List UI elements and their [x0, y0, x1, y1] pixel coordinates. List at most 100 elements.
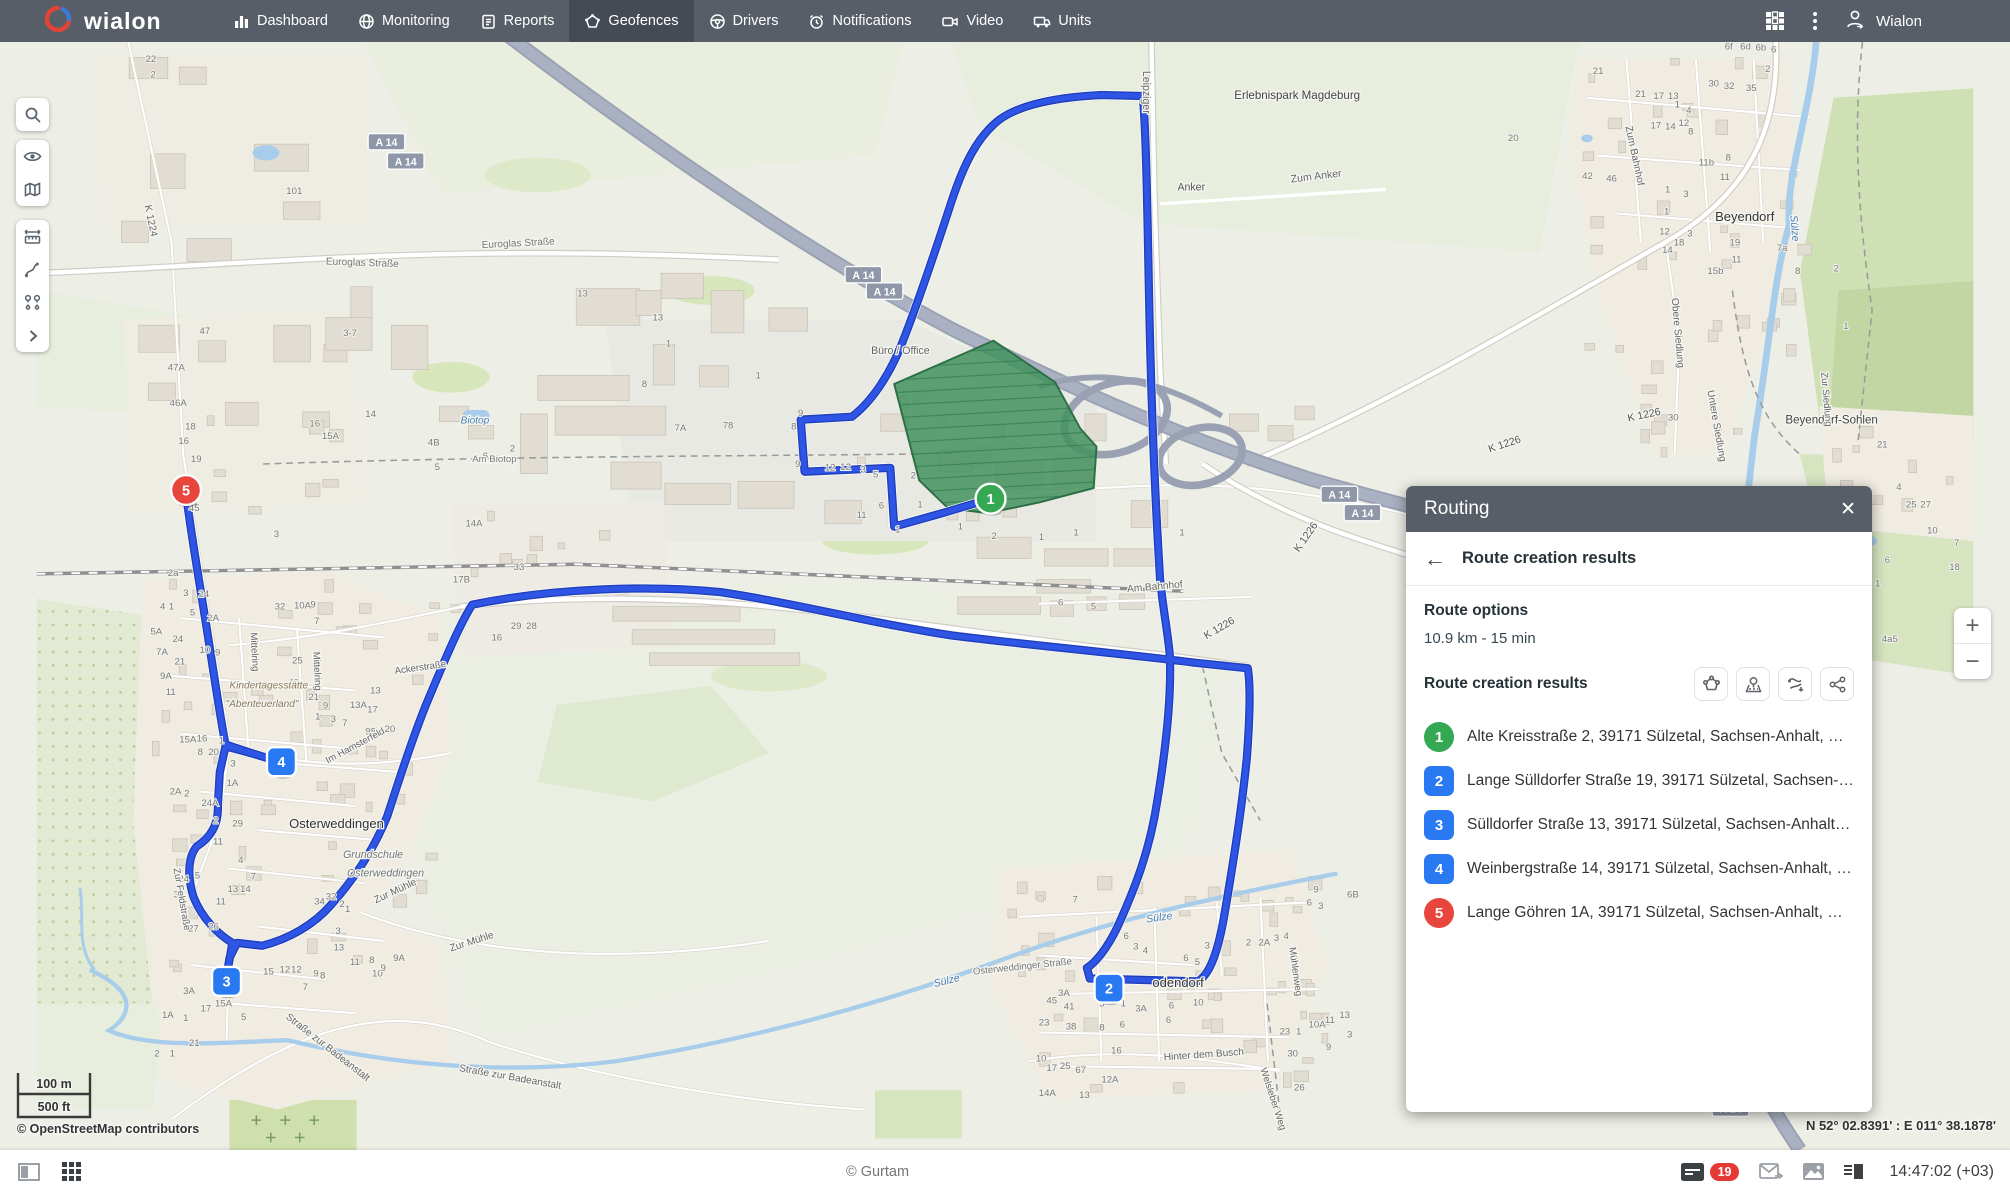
- svg-text:18: 18: [1674, 237, 1685, 248]
- svg-text:1: 1: [1665, 184, 1670, 195]
- route-result-item[interactable]: 4 Weinbergstraße 14, 39171 Sülzetal, Sac…: [1424, 847, 1854, 891]
- nearest-units-icon[interactable]: [16, 286, 49, 319]
- nav-video[interactable]: Video: [926, 0, 1018, 42]
- svg-text:5: 5: [182, 483, 190, 499]
- svg-text:19: 19: [191, 454, 202, 465]
- svg-text:101: 101: [286, 186, 302, 197]
- messages-button[interactable]: 19: [1680, 1162, 1740, 1181]
- svg-text:32: 32: [275, 601, 286, 612]
- svg-text:32: 32: [326, 891, 337, 902]
- svg-text:1: 1: [1073, 527, 1078, 538]
- svg-text:3A: 3A: [183, 986, 195, 997]
- svg-text:1: 1: [1675, 100, 1680, 111]
- svg-text:2: 2: [184, 788, 189, 799]
- map-marker-1[interactable]: 1: [974, 482, 1007, 516]
- expand-chevron-icon[interactable]: [16, 319, 49, 352]
- nav-reports[interactable]: Reports: [465, 0, 570, 42]
- show-on-map-button[interactable]: [1736, 667, 1770, 701]
- svg-text:2: 2: [992, 531, 997, 542]
- route-result-item[interactable]: 3 Sülldorfer Straße 13, 39171 Sülzetal, …: [1424, 803, 1854, 847]
- collapse-panel-icon[interactable]: [18, 1162, 40, 1181]
- routing-panel: Routing ✕ ← Route creation results Route…: [1406, 486, 1872, 1112]
- svg-text:78: 78: [723, 420, 734, 431]
- user-menu[interactable]: Wialon: [1844, 8, 1922, 34]
- svg-text:3: 3: [222, 975, 230, 991]
- svg-text:9A: 9A: [160, 671, 172, 682]
- map-marker-2[interactable]: 2: [1093, 972, 1125, 1005]
- nav-monitoring[interactable]: Monitoring: [343, 0, 465, 42]
- route-result-item[interactable]: 2 Lange Sülldorfer Straße 19, 39171 Sülz…: [1424, 759, 1854, 803]
- svg-text:4B: 4B: [428, 438, 440, 449]
- svg-text:20: 20: [1508, 133, 1519, 144]
- svg-text:11: 11: [213, 837, 223, 848]
- svg-text:3: 3: [274, 529, 279, 540]
- share-icon[interactable]: [1820, 667, 1854, 701]
- route-result-item[interactable]: 5 Lange Göhren 1A, 39171 Sülzetal, Sachs…: [1424, 891, 1854, 935]
- svg-text:9: 9: [795, 459, 800, 470]
- zoom-in-button[interactable]: +: [1954, 608, 1991, 643]
- svg-text:5: 5: [873, 469, 878, 480]
- svg-text:15: 15: [263, 967, 274, 978]
- svg-text:14A: 14A: [465, 519, 483, 530]
- svg-text:30: 30: [1287, 1049, 1298, 1060]
- nav-geofences[interactable]: Geofences: [569, 0, 694, 42]
- svg-text:9: 9: [310, 600, 315, 611]
- svg-text:2: 2: [213, 815, 218, 826]
- routing-tool-icon[interactable]: [16, 253, 49, 286]
- svg-text:Kindertagesstätte: Kindertagesstätte: [229, 680, 308, 691]
- nav-units[interactable]: Units: [1018, 0, 1106, 42]
- zoom-out-button[interactable]: −: [1954, 644, 1991, 679]
- svg-text:3: 3: [1687, 229, 1692, 240]
- svg-text:Euroglas Straße: Euroglas Straße: [481, 236, 555, 251]
- svg-text:27: 27: [1920, 499, 1931, 510]
- measure-tool-card: [16, 220, 49, 352]
- eye-icon[interactable]: [16, 140, 49, 173]
- map-marker-5[interactable]: 5: [169, 473, 203, 507]
- result-number-badge: 2: [1424, 766, 1454, 796]
- result-address: Sülldorfer Straße 13, 39171 Sülzetal, Sa…: [1467, 816, 1854, 833]
- nav-dashboard[interactable]: Dashboard: [218, 0, 343, 42]
- layers-map-icon[interactable]: [16, 173, 49, 206]
- top-nav-bar: wialon Dashboard Monitoring Reports Geof…: [0, 0, 2010, 42]
- svg-text:4: 4: [277, 755, 285, 771]
- route-result-item[interactable]: 1 Alte Kreisstraße 2, 39171 Sülzetal, Sa…: [1424, 715, 1854, 759]
- ruler-icon[interactable]: [16, 220, 49, 253]
- svg-text:8: 8: [1099, 1023, 1104, 1034]
- svg-text:9: 9: [381, 963, 386, 974]
- create-geofence-button[interactable]: [1694, 667, 1728, 701]
- mail-icon[interactable]: [1759, 1162, 1784, 1181]
- apps-grid-dark-icon[interactable]: [62, 1162, 81, 1181]
- svg-text:45: 45: [1046, 996, 1057, 1007]
- layout-panel-icon[interactable]: [1844, 1164, 1864, 1179]
- close-icon[interactable]: ✕: [1840, 500, 1856, 519]
- svg-text:14: 14: [365, 409, 376, 420]
- svg-text:30: 30: [1668, 413, 1679, 424]
- kebab-menu-icon[interactable]: [1812, 10, 1818, 32]
- svg-text:8: 8: [791, 421, 796, 432]
- svg-text:17: 17: [1653, 91, 1664, 102]
- svg-text:17: 17: [367, 705, 378, 716]
- svg-text:1: 1: [219, 735, 224, 746]
- optimize-route-button[interactable]: [1778, 667, 1812, 701]
- apps-grid-icon[interactable]: [1764, 10, 1786, 32]
- svg-text:13: 13: [227, 884, 238, 895]
- user-icon: [1844, 8, 1866, 34]
- app-logo[interactable]: wialon: [0, 0, 218, 42]
- svg-text:Am Bahnhof: Am Bahnhof: [1127, 579, 1184, 595]
- svg-text:29: 29: [511, 621, 522, 632]
- svg-text:2: 2: [1765, 64, 1770, 75]
- map-marker-4[interactable]: 4: [265, 746, 298, 779]
- nav-notifications[interactable]: Notifications: [793, 0, 926, 42]
- svg-text:4: 4: [1283, 931, 1289, 942]
- svg-text:A 14: A 14: [1351, 508, 1373, 520]
- nav-drivers[interactable]: Drivers: [694, 0, 794, 42]
- svg-text:11: 11: [857, 510, 867, 521]
- back-arrow-icon[interactable]: ←: [1424, 546, 1446, 572]
- svg-text:7A: 7A: [156, 647, 168, 658]
- search-icon[interactable]: [16, 98, 49, 131]
- svg-text:12: 12: [1659, 227, 1670, 238]
- map-marker-3[interactable]: 3: [210, 965, 243, 999]
- image-icon[interactable]: [1803, 1163, 1825, 1180]
- map-canvas[interactable]: A 14A 14A 14A 14A 14A 14A 14A 14 2221014…: [0, 42, 2010, 1150]
- svg-text:9: 9: [798, 408, 803, 419]
